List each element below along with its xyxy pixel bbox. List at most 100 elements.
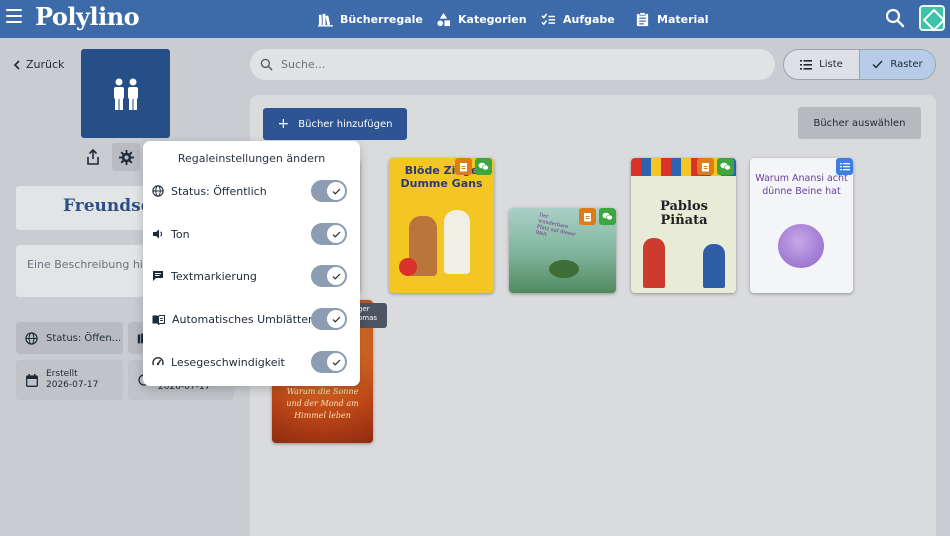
- page-turn-icon: [152, 314, 165, 325]
- chat-badge-icon: [717, 158, 734, 175]
- view-toggle: Liste Raster: [783, 49, 936, 80]
- plus-icon: +: [277, 116, 290, 132]
- add-books-button[interactable]: + Bücher hinzufügen: [263, 108, 407, 140]
- search-placeholder: Suche...: [281, 58, 326, 71]
- book-illustration: [549, 260, 579, 278]
- book-title: Pablos Piñata: [660, 199, 708, 228]
- nav-item-tasks[interactable]: Aufgabe: [541, 10, 615, 28]
- setting-label: Lesegeschwindigkeit: [171, 355, 285, 369]
- add-books-label: Bücher hinzufügen: [298, 118, 393, 130]
- categories-icon: [437, 12, 451, 26]
- list-view-label: Liste: [819, 59, 843, 70]
- gear-icon: [118, 149, 134, 165]
- grid-view-button[interactable]: Raster: [859, 50, 935, 79]
- back-button[interactable]: Zurück: [13, 58, 64, 71]
- book-illustration: [703, 244, 725, 288]
- setting-label: Automatisches Umblättern: [172, 312, 320, 326]
- search-icon: [260, 58, 273, 71]
- text-highlight-icon: [153, 271, 163, 281]
- sound-toggle[interactable]: [311, 223, 347, 245]
- share-button[interactable]: [79, 143, 107, 171]
- created-label: Erstellt: [46, 369, 78, 379]
- globe-icon: [152, 185, 164, 197]
- book-title: Warum die Sonne und der Mond am Himmel leb…: [286, 387, 359, 420]
- book-title: Warum Anansi acht dünne Beine hat: [755, 173, 848, 197]
- book-illustration: [778, 224, 824, 268]
- two-people-icon: [113, 78, 138, 110]
- auto-page-turn-toggle[interactable]: [311, 308, 347, 330]
- nav-item-bookshelves[interactable]: Bücherregale: [318, 10, 423, 28]
- top-bar: Polylino Bücherregale Kategorien Aufgabe…: [0, 0, 950, 38]
- status-toggle[interactable]: [311, 180, 347, 202]
- book-illustration: [643, 238, 665, 288]
- setting-label: Status: Öffentlich: [171, 184, 267, 198]
- reading-speed-toggle[interactable]: [311, 351, 347, 373]
- search-input[interactable]: Suche...: [250, 49, 775, 80]
- check-icon: [327, 353, 345, 371]
- app-logo[interactable]: Polylino: [35, 2, 140, 31]
- bookshelf-icon: [318, 13, 333, 27]
- clipboard-badge-icon: [579, 208, 596, 225]
- book-illustration: [399, 258, 417, 276]
- book-card[interactable]: Pablos Piñata: [631, 158, 736, 293]
- setting-row-status: Status: Öffentlich: [152, 180, 352, 202]
- chat-badge-icon: [475, 158, 492, 175]
- list-view-button[interactable]: Liste: [784, 50, 859, 79]
- book-title: Der wunderbare Platz auf dieser Welt: [534, 212, 577, 238]
- clipboard-badge-icon: [697, 158, 714, 175]
- description-placeholder: Eine Beschreibung hin: [27, 258, 150, 271]
- created-date: 2026-07-17: [46, 380, 99, 390]
- nav-label: Aufgabe: [563, 12, 615, 26]
- search-icon[interactable]: [884, 7, 906, 29]
- shelf-cover[interactable]: [81, 49, 170, 138]
- back-label: Zurück: [26, 58, 65, 71]
- nav-label: Bücherregale: [340, 12, 423, 26]
- nav-label: Kategorien: [458, 12, 527, 26]
- check-icon: [327, 267, 345, 285]
- status-chip[interactable]: Status: Öffen...: [16, 322, 123, 354]
- share-icon: [87, 149, 99, 165]
- user-avatar[interactable]: [919, 5, 945, 31]
- status-chip-label: Status: Öffen...: [46, 332, 122, 344]
- nav-item-categories[interactable]: Kategorien: [436, 10, 527, 28]
- clipboard-icon: [636, 11, 649, 26]
- text-highlight-toggle[interactable]: [311, 265, 347, 287]
- settings-button[interactable]: [112, 143, 140, 171]
- setting-label: Ton: [171, 227, 190, 241]
- select-books-label: Bücher auswählen: [813, 117, 906, 129]
- nav-label: Material: [657, 12, 709, 26]
- checklist-icon: [541, 12, 556, 25]
- chevron-left-icon: [13, 59, 20, 70]
- book-card[interactable]: Warum Anansi acht dünne Beine hat: [750, 158, 853, 293]
- setting-row-auto-page-turn: Automatisches Umblättern: [152, 308, 352, 330]
- tooltip-line: ger: [358, 305, 370, 313]
- select-books-button[interactable]: Bücher auswählen: [798, 107, 921, 139]
- check-icon: [327, 310, 345, 328]
- check-icon: [327, 225, 345, 243]
- globe-icon: [25, 331, 38, 345]
- check-icon: [327, 182, 345, 200]
- popup-title: Regaleinstellungen ändern: [177, 152, 326, 165]
- clipboard-badge-icon: [455, 158, 472, 175]
- tooltip-line: omas: [358, 314, 378, 322]
- book-illustration: [444, 210, 470, 274]
- book-card[interactable]: Der wunderbare Platz auf dieser Welt: [509, 208, 616, 293]
- grid-view-label: Raster: [890, 59, 923, 70]
- calendar-icon: [26, 373, 38, 387]
- setting-row-sound: Ton: [152, 223, 352, 245]
- shelf-title: Freundse: [63, 196, 152, 216]
- chat-badge-icon: [599, 208, 616, 225]
- setting-label: Textmarkierung: [171, 269, 257, 283]
- menu-icon[interactable]: [6, 9, 22, 23]
- list-icon: [800, 59, 813, 70]
- setting-row-reading-speed: Lesegeschwindigkeit: [152, 351, 352, 373]
- shelf-settings-popup: Regaleinstellungen ändern Status: Öffent…: [143, 141, 360, 386]
- created-date-chip: Erstellt 2026-07-17: [16, 360, 123, 400]
- setting-row-text-highlight: Textmarkierung: [152, 265, 352, 287]
- book-card[interactable]: Blöde Ziege Dumme Gans: [389, 158, 494, 293]
- checklist-badge-icon: [836, 158, 853, 175]
- speaker-icon: [153, 229, 163, 239]
- nav-item-material[interactable]: Material: [635, 10, 708, 28]
- check-icon: [872, 60, 883, 69]
- speedometer-icon: [152, 357, 164, 366]
